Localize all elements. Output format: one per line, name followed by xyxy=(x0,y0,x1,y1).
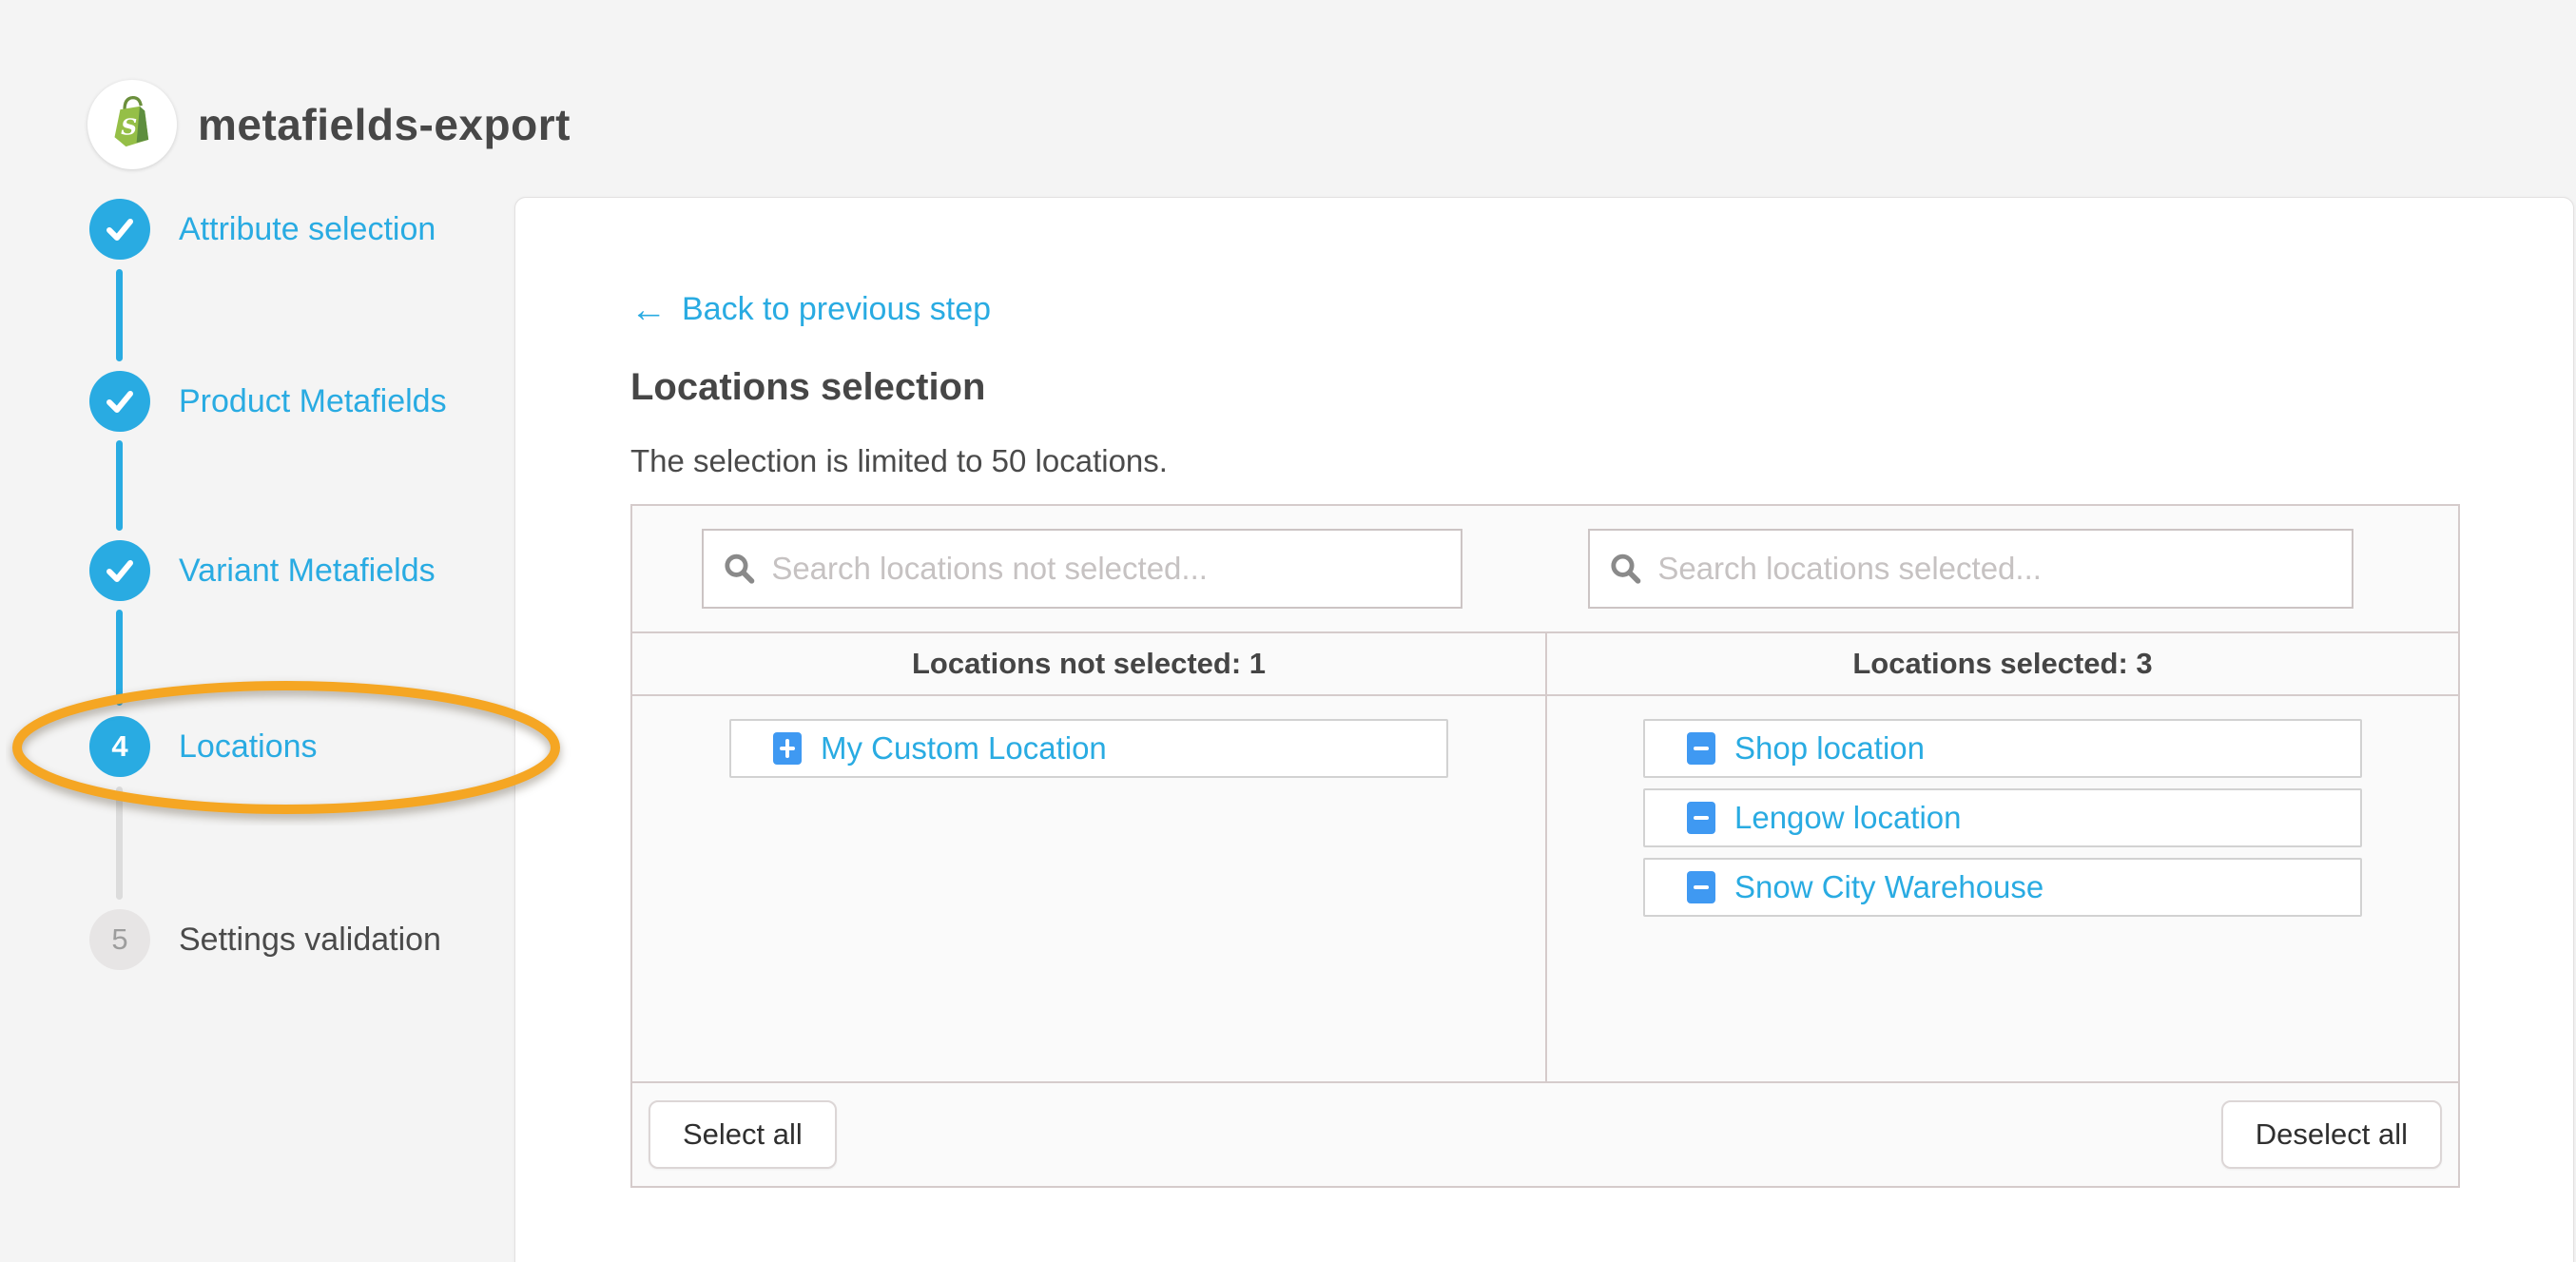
location-label: Snow City Warehouse xyxy=(1734,869,2043,905)
selection-limit-note: The selection is limited to 50 locations… xyxy=(630,443,2573,479)
location-label: Shop location xyxy=(1734,730,1925,767)
section-title: Locations selection xyxy=(630,366,2573,409)
content-card: ← Back to previous step Locations select… xyxy=(514,197,2574,1262)
step-connector-1-2 xyxy=(116,269,123,361)
columns-header-row: Locations not selected: 1 Locations sele… xyxy=(632,631,2458,696)
check-icon xyxy=(103,384,137,418)
location-item-my-custom-location[interactable]: My Custom Location xyxy=(729,719,1448,778)
step-3-circle[interactable] xyxy=(89,540,150,601)
step-attribute-selection[interactable]: Attribute selection xyxy=(89,199,436,260)
step-label: Product Metafields xyxy=(179,383,447,420)
back-link-label: Back to previous step xyxy=(682,291,991,328)
step-label: Attribute selection xyxy=(179,211,436,248)
locations-panel: Locations not selected: 1 Locations sele… xyxy=(630,504,2460,1188)
not-selected-list: My Custom Location xyxy=(632,696,1545,1081)
step-4-circle[interactable]: 4 xyxy=(89,716,150,777)
step-locations[interactable]: 4 Locations xyxy=(89,716,318,777)
search-selected-box[interactable] xyxy=(1588,529,2353,609)
location-label: Lengow location xyxy=(1734,800,1962,836)
shopify-bag-icon: S xyxy=(101,91,164,158)
step-label: Locations xyxy=(179,728,318,766)
step-product-metafields[interactable]: Product Metafields xyxy=(89,371,447,432)
search-icon xyxy=(1609,551,1642,587)
step-5-circle[interactable]: 5 xyxy=(89,909,150,970)
back-arrow-icon: ← xyxy=(630,294,667,326)
minus-icon[interactable] xyxy=(1687,802,1715,834)
step-label: Variant Metafields xyxy=(179,553,436,590)
shopify-logo: S xyxy=(87,80,177,169)
step-number: 5 xyxy=(111,922,127,957)
location-label: My Custom Location xyxy=(821,730,1107,767)
not-selected-header: Locations not selected: 1 xyxy=(632,633,1545,694)
check-icon xyxy=(103,212,137,246)
step-settings-validation[interactable]: 5 Settings validation xyxy=(89,909,441,970)
step-variant-metafields[interactable]: Variant Metafields xyxy=(89,540,436,601)
location-item-shop-location[interactable]: Shop location xyxy=(1643,719,2362,778)
svg-text:S: S xyxy=(121,114,137,141)
back-link[interactable]: ← Back to previous step xyxy=(630,291,991,328)
selected-header: Locations selected: 3 xyxy=(1545,633,2458,694)
page-title: metafields-export xyxy=(198,99,571,150)
step-1-circle[interactable] xyxy=(89,199,150,260)
search-not-selected-input[interactable] xyxy=(769,550,1442,588)
step-label: Settings validation xyxy=(179,922,441,959)
selected-list: Shop location Lengow location Snow City … xyxy=(1545,696,2458,1081)
plus-icon[interactable] xyxy=(773,732,802,765)
location-item-lengow-location[interactable]: Lengow location xyxy=(1643,788,2362,847)
search-icon xyxy=(723,551,756,587)
panel-footer: Select all Deselect all xyxy=(632,1081,2458,1186)
search-selected-input[interactable] xyxy=(1656,550,2333,588)
search-row xyxy=(632,506,2458,631)
step-connector-2-3 xyxy=(116,440,123,531)
minus-icon[interactable] xyxy=(1687,871,1715,903)
search-not-selected-box[interactable] xyxy=(702,529,1462,609)
select-all-button[interactable]: Select all xyxy=(649,1100,837,1169)
check-icon xyxy=(103,553,137,588)
minus-icon[interactable] xyxy=(1687,732,1715,765)
location-item-snow-city-warehouse[interactable]: Snow City Warehouse xyxy=(1643,858,2362,917)
app-screen: S metafields-export Attribute selection … xyxy=(0,0,2576,1219)
columns-body-row: My Custom Location Shop location Lengow … xyxy=(632,696,2458,1081)
deselect-all-button[interactable]: Deselect all xyxy=(2221,1100,2442,1169)
step-2-circle[interactable] xyxy=(89,371,150,432)
step-connector-3-4 xyxy=(116,610,123,706)
step-number: 4 xyxy=(111,729,127,764)
step-connector-4-5 xyxy=(116,786,123,900)
